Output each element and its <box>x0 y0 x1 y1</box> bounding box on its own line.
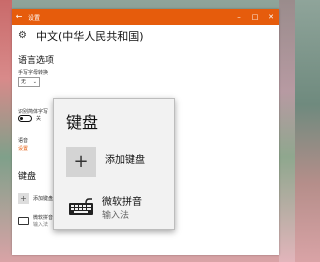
popup-ime-texts: 微软拼音 输入法 <box>102 197 142 223</box>
add-keyboard-row[interactable]: + 添加键盘 <box>18 193 53 204</box>
popup-title: 键盘 <box>66 113 99 132</box>
dropdown-value: 无 <box>21 79 27 85</box>
plus-icon: + <box>66 147 96 177</box>
keyboard-popup: 键盘 + 添加键盘 微软拼音 输入法 <box>53 98 175 230</box>
language-header: ⚙ 中文(中华人民共和国) <box>18 28 144 44</box>
speech-settings-link[interactable]: 设置 <box>18 145 28 152</box>
title-bar: ← 设置 – □ ✕ <box>12 9 279 25</box>
ime-name: 微软拼音 <box>33 215 54 221</box>
popup-add-keyboard-label: 添加键盘 <box>105 155 145 166</box>
close-button[interactable]: ✕ <box>263 9 279 25</box>
keyboard-section-title: 键盘 <box>18 172 37 182</box>
minimize-button[interactable]: – <box>231 9 247 25</box>
keyboard-icon <box>69 198 93 215</box>
language-options-title: 语言选项 <box>18 56 55 66</box>
chevron-down-icon: ⌄ <box>32 79 37 85</box>
maximize-button[interactable]: □ <box>247 9 263 25</box>
language-name: 中文(中华人民共和国) <box>36 30 144 43</box>
popup-ime-name: 微软拼音 <box>102 197 142 208</box>
gear-icon: ⚙ <box>18 30 27 41</box>
recognition-label: 识别简体字写 <box>18 109 49 115</box>
recognition-toggle[interactable] <box>18 115 32 122</box>
handwriting-dropdown[interactable]: 无 ⌄ <box>18 77 40 87</box>
desktop-wallpaper-right <box>279 0 295 262</box>
ime-texts: 微软拼音 输入法 <box>33 215 53 229</box>
ime-row[interactable]: 微软拼音 输入法 <box>18 215 53 229</box>
handwriting-label: 手写字母转换 <box>18 70 49 76</box>
toggle-knob <box>20 117 23 120</box>
window-title: 设置 <box>28 14 41 22</box>
window-controls: – □ ✕ <box>231 9 279 25</box>
speech-label: 语音 <box>18 138 29 144</box>
popup-add-keyboard[interactable]: + 添加键盘 <box>66 147 145 177</box>
toggle-state: 关 <box>36 116 42 122</box>
desktop-wallpaper-left <box>0 0 12 262</box>
add-keyboard-label: 添加键盘 <box>33 196 54 202</box>
popup-ime-type: 输入法 <box>102 211 130 221</box>
plus-icon: + <box>18 193 29 204</box>
keyboard-icon <box>18 217 29 225</box>
popup-ime-item[interactable]: 微软拼音 输入法 <box>68 197 142 223</box>
ime-type: 输入法 <box>33 222 49 228</box>
back-arrow-icon[interactable]: ← <box>12 9 26 25</box>
